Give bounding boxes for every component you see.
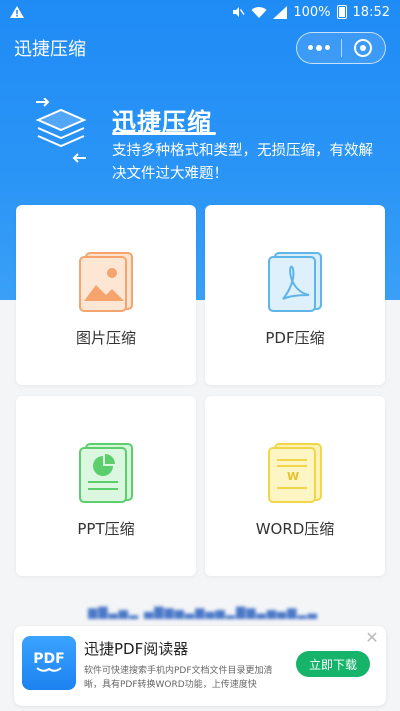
- more-dots-icon: [307, 45, 330, 51]
- card-label: PDF压缩: [265, 329, 325, 347]
- image-file-icon: [79, 252, 133, 312]
- pdf-reader-app-icon: PDF: [22, 636, 76, 690]
- app-icon-text: PDF: [33, 651, 65, 667]
- compress-layers-icon: [35, 98, 87, 163]
- word-compress-card[interactable]: W WORD压缩: [205, 396, 385, 576]
- app-navbar: 迅捷压缩: [0, 24, 400, 72]
- mute-icon: [233, 7, 245, 17]
- card-label: PPT压缩: [77, 520, 135, 538]
- battery-percent: 100%: [293, 4, 331, 20]
- mini-program-capsule: [296, 32, 386, 64]
- target-icon: [354, 39, 373, 57]
- pdf-compress-card[interactable]: PDF压缩: [205, 205, 385, 385]
- card-label: WORD压缩: [255, 520, 335, 538]
- hero-title-underline: [112, 132, 216, 135]
- hero-description: 支持多种格式和类型，无损压缩，有效解决文件过大难题！: [112, 143, 373, 182]
- download-now-button[interactable]: 立即下载: [296, 651, 370, 677]
- card-label: 图片压缩: [75, 329, 136, 347]
- signal-icon: [273, 5, 288, 19]
- ad-title: 迅捷PDF阅读器: [84, 640, 189, 658]
- close-ad-icon[interactable]: ✕: [364, 630, 380, 646]
- pdf-file-icon: [268, 252, 322, 312]
- status-bar: 100% 18:52: [0, 0, 400, 24]
- clock: 18:52: [352, 4, 390, 20]
- ppt-compress-card[interactable]: PPT压缩: [16, 396, 196, 576]
- ad-description: 软件可快速搜索手机内PDF文档文件目录更加清晰，具有PDF转换WORD功能，上传…: [84, 666, 273, 690]
- close-mini-program-button[interactable]: [342, 33, 386, 63]
- wifi-icon: [251, 6, 267, 18]
- blurred-promo-text: ▆▇▃▅▂ ▄▇▆▅▃▆▄▅▂▇▆▃▅▄▆▂▃: [88, 605, 318, 619]
- ppt-file-icon: [79, 443, 133, 503]
- image-compress-card[interactable]: 图片压缩: [16, 205, 196, 385]
- more-button[interactable]: [297, 33, 341, 63]
- page-title: 迅捷压缩: [14, 39, 86, 60]
- svg-text:W: W: [287, 470, 299, 483]
- ad-banner[interactable]: PDF 迅捷PDF阅读器 软件可快速搜索手机内PDF文档文件目录更加清晰，具有P…: [14, 626, 386, 706]
- battery-icon: [336, 5, 347, 19]
- word-file-icon: W: [268, 443, 322, 503]
- warning-icon: [10, 6, 24, 18]
